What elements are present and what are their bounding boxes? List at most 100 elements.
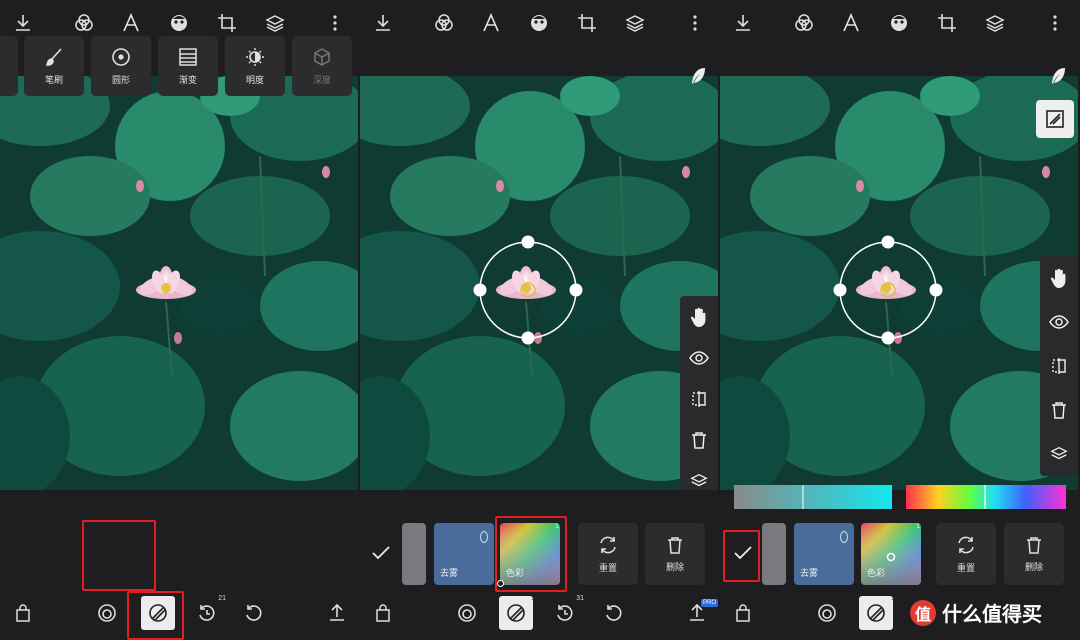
invert-mask-icon[interactable] xyxy=(685,385,713,413)
text-tool-icon[interactable] xyxy=(118,10,144,36)
tool-brush[interactable]: 笔刷 xyxy=(24,36,84,96)
highlight-box xyxy=(723,530,760,582)
history-count: 21 xyxy=(218,595,226,602)
face-retouch-icon[interactable] xyxy=(526,10,552,36)
tool-delete[interactable]: 删除 xyxy=(1004,523,1064,585)
layers-icon[interactable] xyxy=(1045,440,1073,468)
chip-label: 去雾 xyxy=(440,568,459,578)
dehaze-slider[interactable] xyxy=(734,485,892,509)
store-bag-icon[interactable] xyxy=(366,596,400,630)
presets-swirl-icon[interactable] xyxy=(90,596,124,630)
feather-icon[interactable] xyxy=(684,62,712,90)
tool-depth[interactable]: 深度 xyxy=(292,36,352,96)
mask-chip-color[interactable]: 色彩 1 xyxy=(861,523,921,585)
gradient-icon xyxy=(179,47,197,66)
crop-icon[interactable] xyxy=(934,10,960,36)
undo-icon[interactable] xyxy=(596,596,630,630)
delete-icon xyxy=(1027,536,1041,554)
mask-chip-dehaze[interactable]: 去雾 xyxy=(434,523,494,585)
tool-label: 笔刷 xyxy=(44,74,63,85)
editor-panel-2: 去雾 色彩 1 重置 删除 1 31 PRO xyxy=(360,0,718,640)
editor-panel-3: 去雾 色彩 1 重置 删除 1 xyxy=(720,0,1078,640)
brush-icon xyxy=(45,47,62,66)
mask-side-toolbar xyxy=(1040,256,1078,476)
photo-top-margin xyxy=(720,48,1078,76)
tool-reset[interactable]: 重置 xyxy=(578,523,638,585)
delete-icon xyxy=(668,536,682,554)
filters-icon[interactable] xyxy=(431,10,457,36)
tool-label: 删除 xyxy=(1024,561,1043,572)
top-toolbar xyxy=(720,0,1078,48)
pro-badge: PRO xyxy=(700,599,718,607)
tool-label: 重置 xyxy=(956,562,975,573)
presets-swirl-icon[interactable] xyxy=(810,596,844,630)
mask-chip-partial[interactable] xyxy=(402,523,426,585)
store-bag-icon[interactable] xyxy=(6,596,40,630)
download-icon[interactable] xyxy=(10,10,36,36)
more-menu-icon[interactable] xyxy=(682,10,708,36)
layers-icon[interactable] xyxy=(262,10,288,36)
watermark: 值 什么值得买 xyxy=(910,598,1042,627)
tool-radial[interactable]: 圆形 xyxy=(91,36,151,96)
mask-chip-partial[interactable] xyxy=(762,523,786,585)
crop-icon[interactable] xyxy=(574,10,600,36)
export-icon[interactable] xyxy=(320,596,354,630)
tool-luminance[interactable]: 明度 xyxy=(225,36,285,96)
mask-chip-dehaze[interactable]: 去雾 xyxy=(794,523,854,585)
photo-canvas[interactable] xyxy=(0,76,358,490)
history-icon[interactable]: 21 xyxy=(190,595,226,630)
tool-reset[interactable]: 重置 xyxy=(936,523,996,585)
editor-panel-1: 笔刷 圆形 渐变 明度 深度 21 xyxy=(0,0,358,640)
tool-label: 渐变 xyxy=(178,74,197,85)
layers-icon[interactable] xyxy=(622,10,648,36)
text-tool-icon[interactable] xyxy=(478,10,504,36)
tool-gradient[interactable]: 渐变 xyxy=(158,36,218,96)
hand-pan-icon[interactable] xyxy=(1045,264,1073,292)
tool-delete[interactable]: 删除 xyxy=(645,523,705,585)
photo-canvas[interactable] xyxy=(720,76,1078,490)
color-picker-dot[interactable] xyxy=(497,580,504,587)
presets-swirl-icon[interactable] xyxy=(450,596,484,630)
filters-icon[interactable] xyxy=(791,10,817,36)
tool-partial[interactable] xyxy=(0,36,18,96)
trash-icon[interactable] xyxy=(1045,396,1073,424)
hue-slider[interactable] xyxy=(906,485,1066,509)
chip-label: 去雾 xyxy=(800,568,819,578)
more-menu-icon[interactable] xyxy=(1042,10,1068,36)
crop-icon[interactable] xyxy=(214,10,240,36)
mask-tool-icon[interactable]: 1 xyxy=(859,595,895,630)
eye-visibility-icon[interactable] xyxy=(1045,308,1073,336)
undo-icon[interactable] xyxy=(236,596,270,630)
trash-icon[interactable] xyxy=(685,426,713,454)
photo-top-margin xyxy=(360,48,718,76)
export-icon[interactable]: PRO xyxy=(680,596,718,630)
download-icon[interactable] xyxy=(370,10,396,36)
watermark-text: 什么值得买 xyxy=(942,604,1042,626)
feather-icon[interactable] xyxy=(1044,62,1072,90)
face-retouch-icon[interactable] xyxy=(886,10,912,36)
photo-canvas[interactable] xyxy=(360,76,718,490)
depth-cube-icon xyxy=(314,47,330,66)
mask-tool-icon[interactable]: 1 xyxy=(499,595,535,630)
tool-label: 删除 xyxy=(665,561,684,572)
text-tool-icon[interactable] xyxy=(838,10,864,36)
more-menu-icon[interactable] xyxy=(322,10,348,36)
tool-label: 深度 xyxy=(312,74,331,85)
reset-icon xyxy=(600,536,616,553)
face-retouch-icon[interactable] xyxy=(166,10,192,36)
top-toolbar xyxy=(360,0,718,48)
history-icon[interactable]: 31 xyxy=(548,595,584,630)
download-icon[interactable] xyxy=(730,10,756,36)
confirm-check-icon[interactable] xyxy=(364,536,398,570)
hand-pan-icon[interactable] xyxy=(685,303,713,331)
filters-icon[interactable] xyxy=(71,10,97,36)
layers-icon[interactable] xyxy=(982,10,1008,36)
mask-mode-toggle[interactable] xyxy=(1036,100,1074,138)
invert-mask-icon[interactable] xyxy=(1045,352,1073,380)
chip-label: 色彩 xyxy=(867,568,886,578)
eye-visibility-icon[interactable] xyxy=(685,344,713,372)
tool-label: 重置 xyxy=(598,562,617,573)
watermark-logo: 值 xyxy=(910,599,936,626)
highlight-box xyxy=(495,516,567,592)
store-bag-icon[interactable] xyxy=(726,596,760,630)
